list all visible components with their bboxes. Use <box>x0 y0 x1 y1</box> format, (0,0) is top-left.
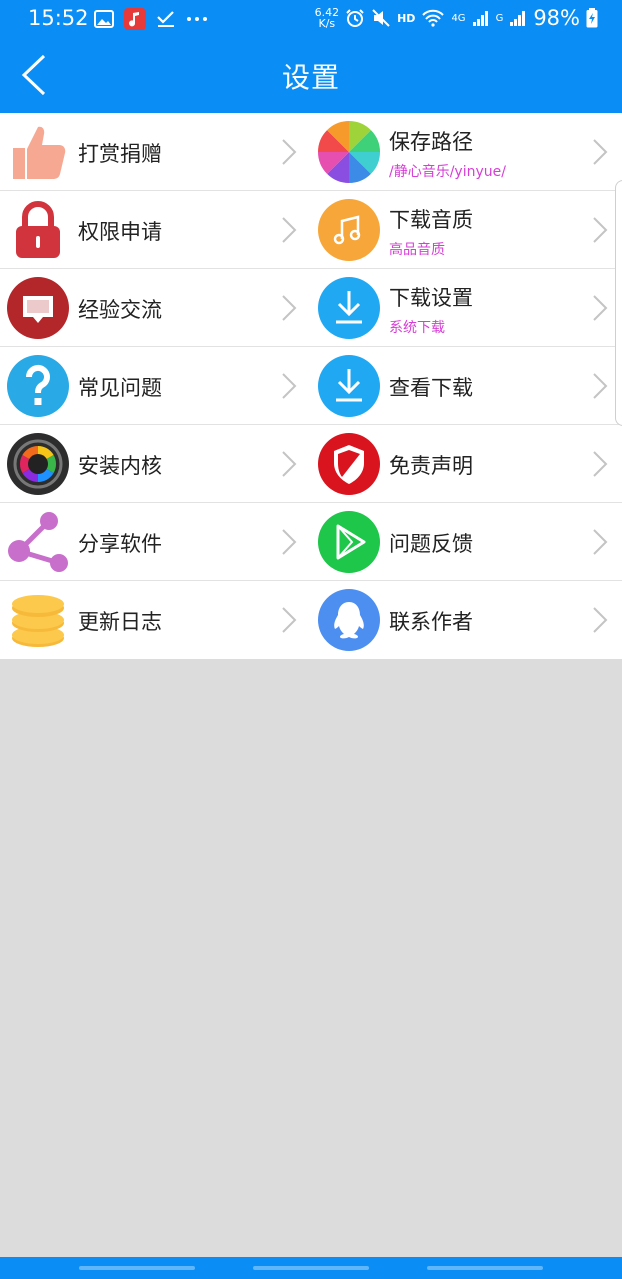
mute-icon <box>372 9 390 27</box>
net-g-label: G <box>495 12 504 24</box>
setting-label: 问题反馈 <box>389 532 473 556</box>
music-note-icon <box>318 199 380 261</box>
shield-icon <box>318 433 380 495</box>
setting-faq[interactable]: 常见问题 <box>0 347 311 425</box>
setting-label: 经验交流 <box>78 298 162 322</box>
signal-icon <box>510 11 526 26</box>
settings-row: 常见问题 查看下载 <box>0 347 622 425</box>
chevron-right-icon <box>282 607 297 633</box>
setting-changelog[interactable]: 更新日志 <box>0 581 311 659</box>
chevron-right-icon <box>282 529 297 555</box>
app-bar: 设置 <box>0 38 622 113</box>
lens-icon <box>7 433 69 495</box>
chevron-right-icon <box>593 607 608 633</box>
setting-label: 分享软件 <box>78 532 162 556</box>
share-icon <box>8 512 68 572</box>
chevron-right-icon <box>282 217 297 243</box>
setting-label: 下载音质 <box>389 208 473 232</box>
gallery-icon <box>94 10 114 28</box>
chevron-right-icon <box>593 373 608 399</box>
setting-label: 保存路径 <box>389 130 473 154</box>
battery-percent: 98% <box>533 6 580 30</box>
setting-label: 查看下载 <box>389 376 473 400</box>
music-app-icon <box>124 8 146 30</box>
system-icons: 6.42 K/s HD 4G G 98% <box>315 6 598 30</box>
nav-back-button[interactable] <box>427 1266 543 1270</box>
chevron-right-icon <box>593 295 608 321</box>
setting-download-settings[interactable]: 下载设置 系统下载 <box>311 269 622 347</box>
settings-row: 打赏捐赠 保存路径 /静心音乐/yinyue/ <box>0 113 622 191</box>
net-4g-label: 4G <box>451 12 466 24</box>
nav-home-button[interactable] <box>253 1266 369 1270</box>
more-icon <box>187 17 207 21</box>
setting-subtitle: /静心音乐/yinyue/ <box>389 164 506 180</box>
notification-icons <box>94 8 208 30</box>
setting-contact-author[interactable]: 联系作者 <box>311 581 622 659</box>
setting-label: 常见问题 <box>78 376 162 400</box>
setting-discussion[interactable]: 经验交流 <box>0 269 311 347</box>
setting-donate[interactable]: 打赏捐赠 <box>0 113 311 191</box>
qq-penguin-icon <box>318 589 380 651</box>
signal-icon <box>472 11 488 26</box>
download-icon <box>318 355 380 417</box>
setting-subtitle: 高品音质 <box>389 242 445 258</box>
settings-row: 安装内核 免责声明 <box>0 425 622 503</box>
setting-download-quality[interactable]: 下载音质 高品音质 <box>311 191 622 269</box>
chevron-right-icon <box>282 139 297 165</box>
setting-view-downloads[interactable]: 查看下载 <box>311 347 622 425</box>
chevron-right-icon <box>593 529 608 555</box>
settings-grid: 打赏捐赠 保存路径 /静心音乐/yinyue/ 权限申请 下载音质 高品音质 经… <box>0 113 622 659</box>
thumbs-up-icon <box>13 126 66 179</box>
hd-label: HD <box>397 11 416 25</box>
alarm-icon <box>346 9 364 27</box>
setting-label: 下载设置 <box>389 286 473 310</box>
coins-icon <box>12 595 64 647</box>
settings-row: 分享软件 问题反馈 <box>0 503 622 581</box>
chevron-right-icon <box>282 295 297 321</box>
status-time: 15:52 <box>28 6 89 30</box>
chevron-right-icon <box>282 451 297 477</box>
setting-save-path[interactable]: 保存路径 /静心音乐/yinyue/ <box>311 113 622 191</box>
settings-row: 经验交流 下载设置 系统下载 <box>0 269 622 347</box>
setting-subtitle: 系统下载 <box>389 320 445 336</box>
chevron-right-icon <box>593 451 608 477</box>
setting-label: 打赏捐赠 <box>78 142 162 166</box>
settings-row: 更新日志 联系作者 <box>0 581 622 659</box>
chevron-right-icon <box>593 139 608 165</box>
setting-share[interactable]: 分享软件 <box>0 503 311 581</box>
setting-feedback[interactable]: 问题反馈 <box>311 503 622 581</box>
edge-panel-handle[interactable] <box>615 180 622 426</box>
download-icon <box>318 277 380 339</box>
battery-charging-icon <box>586 8 598 28</box>
setting-disclaimer[interactable]: 免责声明 <box>311 425 622 503</box>
chevron-right-icon <box>282 373 297 399</box>
color-wheel-icon <box>318 121 380 183</box>
settings-row: 权限申请 下载音质 高品音质 <box>0 191 622 269</box>
question-icon <box>7 355 69 417</box>
play-icon <box>318 511 380 573</box>
net-speed: 6.42 K/s <box>314 6 340 30</box>
chevron-right-icon <box>593 217 608 243</box>
wifi-icon <box>422 9 445 27</box>
nav-recents-button[interactable] <box>79 1266 195 1270</box>
setting-label: 权限申请 <box>78 220 162 244</box>
status-bar: 15:52 6.42 K/s HD 4G G 98% <box>0 0 622 38</box>
check-icon <box>157 11 174 27</box>
lock-icon <box>16 201 60 258</box>
setting-install-core[interactable]: 安装内核 <box>0 425 311 503</box>
setting-label: 更新日志 <box>78 610 162 634</box>
setting-permission[interactable]: 权限申请 <box>0 191 311 269</box>
setting-label: 安装内核 <box>78 454 162 478</box>
setting-label: 免责声明 <box>389 454 473 478</box>
chat-icon <box>7 277 69 339</box>
page-title: 设置 <box>281 61 340 94</box>
navigation-bar <box>0 1257 622 1279</box>
setting-label: 联系作者 <box>389 610 473 634</box>
